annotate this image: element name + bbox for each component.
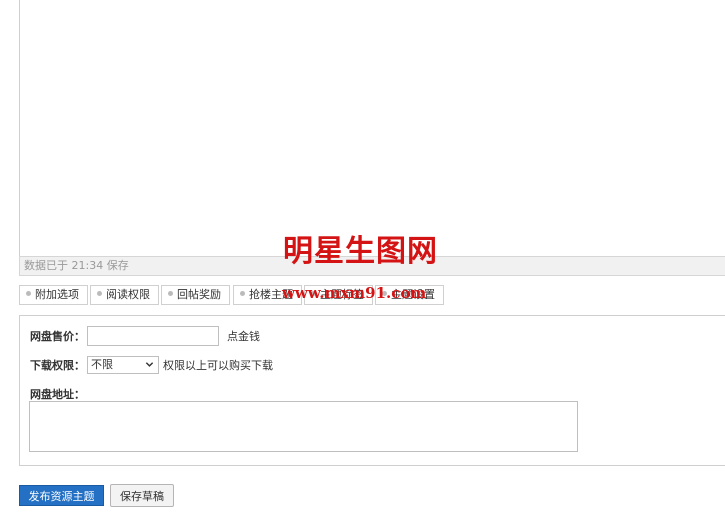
bullet-icon bbox=[168, 291, 173, 296]
bullet-icon bbox=[97, 291, 102, 296]
publish-resource-button[interactable]: 发布资源主题 bbox=[19, 485, 104, 506]
download-permission-row: 下载权限： 不限 权限以上可以购买下载 bbox=[30, 356, 273, 374]
chevron-down-icon bbox=[145, 362, 154, 367]
price-input[interactable] bbox=[87, 326, 219, 346]
address-label-row: 网盘地址： bbox=[30, 386, 85, 402]
price-label: 网盘售价： bbox=[30, 330, 85, 343]
save-draft-button[interactable]: 保存草稿 bbox=[110, 484, 174, 507]
watermark-url: www.mxm91.com bbox=[282, 284, 427, 302]
save-status-text: 数据已于 21:34 保存 bbox=[24, 259, 129, 272]
tab-read-permission[interactable]: 阅读权限 bbox=[90, 285, 159, 305]
bullet-icon bbox=[240, 291, 245, 296]
tab-label: 阅读权限 bbox=[106, 288, 150, 301]
bullet-icon bbox=[26, 291, 31, 296]
tab-reply-reward[interactable]: 回帖奖励 bbox=[161, 285, 230, 305]
select-value: 不限 bbox=[91, 358, 113, 371]
tab-label: 回帖奖励 bbox=[177, 288, 221, 301]
download-permission-label: 下载权限： bbox=[30, 359, 85, 372]
tab-label: 附加选项 bbox=[35, 288, 79, 301]
address-textarea[interactable] bbox=[29, 401, 578, 452]
tab-extra-options[interactable]: 附加选项 bbox=[19, 285, 88, 305]
download-permission-select[interactable]: 不限 bbox=[87, 356, 159, 374]
download-permission-hint: 权限以上可以购买下载 bbox=[163, 359, 273, 372]
address-label: 网盘地址： bbox=[30, 388, 85, 401]
price-row: 网盘售价： 点金钱 bbox=[30, 326, 260, 346]
watermark-title: 明星生图网 bbox=[283, 234, 438, 269]
price-unit: 点金钱 bbox=[227, 330, 260, 343]
resource-options-panel: 网盘售价： 点金钱 下载权限： 不限 权限以上可以购买下载 网盘地址： bbox=[19, 315, 725, 466]
editor-content-area[interactable] bbox=[19, 0, 725, 256]
